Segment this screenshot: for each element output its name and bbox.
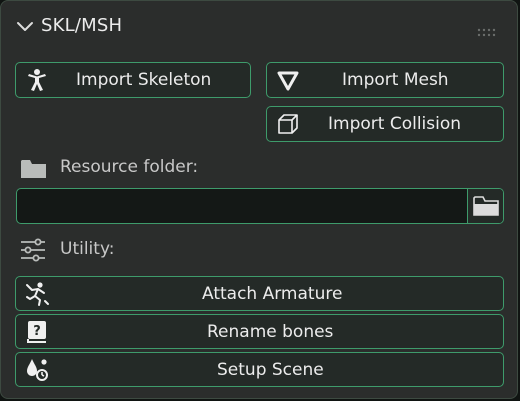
resource-folder-input[interactable] xyxy=(17,189,467,223)
scene-shapes-icon xyxy=(24,357,50,383)
skl-msh-panel: SKL/MSH Import Skeleton Import Mesh Impo… xyxy=(0,0,518,399)
import-skeleton-label: Import Skeleton xyxy=(76,70,212,90)
panel-header[interactable]: SKL/MSH xyxy=(1,1,519,53)
import-collision-label: Import Collision xyxy=(328,114,462,134)
browse-folder-button[interactable] xyxy=(467,189,503,223)
utility-label: Utility: xyxy=(60,239,115,259)
grip-dots-icon[interactable] xyxy=(477,23,499,37)
import-mesh-label: Import Mesh xyxy=(342,70,449,90)
armature-figure-icon xyxy=(24,67,50,93)
rename-bones-button[interactable]: ? Rename bones xyxy=(15,314,504,349)
cube-outline-icon xyxy=(275,111,301,137)
attach-armature-label: Attach Armature xyxy=(202,283,343,304)
rename-bones-label: Rename bones xyxy=(207,321,334,342)
folder-icon xyxy=(19,155,49,181)
sliders-icon xyxy=(19,237,49,263)
import-mesh-button[interactable]: Import Mesh xyxy=(266,62,504,98)
setup-scene-button[interactable]: Setup Scene xyxy=(15,352,504,387)
attach-armature-button[interactable]: Attach Armature xyxy=(15,276,504,311)
pose-figure-icon xyxy=(24,281,50,307)
import-collision-button[interactable]: Import Collision xyxy=(266,106,504,142)
resource-folder-field xyxy=(16,188,504,224)
setup-scene-label: Setup Scene xyxy=(217,359,324,380)
import-skeleton-button[interactable]: Import Skeleton xyxy=(15,62,251,98)
help-book-icon: ? xyxy=(24,319,50,345)
chevron-down-icon[interactable] xyxy=(15,19,35,35)
resource-folder-label: Resource folder: xyxy=(60,157,199,177)
panel-title: SKL/MSH xyxy=(41,15,123,36)
svg-text:?: ? xyxy=(33,324,41,339)
triangle-mesh-icon xyxy=(275,67,301,93)
